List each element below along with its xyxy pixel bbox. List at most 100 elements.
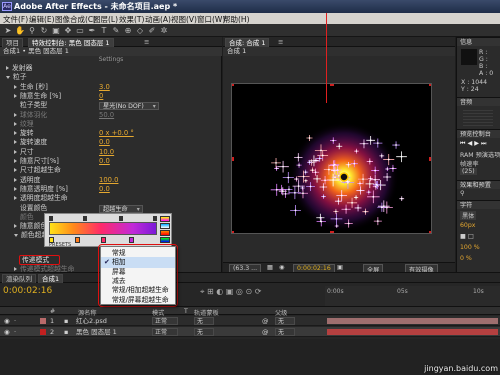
expand-right-icon[interactable] — [14, 196, 17, 201]
expand-down-icon[interactable] — [6, 76, 10, 80]
brush-tool-icon[interactable]: ✎ — [111, 26, 121, 35]
emitter-anchor-icon[interactable] — [339, 172, 349, 182]
expand-right-icon[interactable] — [14, 84, 17, 89]
layer-handle[interactable] — [232, 231, 234, 233]
effects-search-icon[interactable]: ⚲ — [460, 190, 465, 197]
layer-mode-dropdown[interactable]: 正常 — [152, 328, 179, 336]
color-stop-orange[interactable] — [75, 237, 80, 243]
property-value[interactable]: 3.0 — [99, 83, 110, 93]
layer-handle[interactable] — [330, 84, 334, 86]
font-dropdown[interactable]: 黑体 — [460, 211, 477, 220]
mask-tool-icon[interactable]: ▭ — [75, 26, 85, 35]
expand-right-icon[interactable] — [14, 112, 17, 117]
clone-stamp-tool-icon[interactable]: ⊕ — [123, 26, 133, 35]
property-row[interactable]: 透明度 100.0 — [0, 176, 222, 186]
layer-row[interactable]: ◉ · 2 ▪ 黑色 固态层 1 正常 无 @ 无 — [0, 327, 500, 337]
track-matte-dropdown[interactable]: 无 — [194, 317, 215, 325]
tab-effect-controls[interactable]: 特效控制台: 黑色 固态层 1 — [28, 38, 114, 47]
expand-right-icon[interactable] — [14, 186, 17, 191]
fill-color-icon[interactable]: ■ □ — [460, 233, 474, 240]
layer-mode-dropdown[interactable]: 正常 — [152, 317, 179, 325]
ram-preview-options[interactable]: RAM 预演选项 — [460, 150, 500, 159]
layer-handle[interactable] — [429, 231, 431, 233]
expand-right-icon[interactable] — [14, 140, 17, 145]
property-row[interactable]: 纹理 — [0, 120, 222, 130]
property-row[interactable]: 粒子类型 星光(No DOF) — [0, 101, 222, 111]
vertical-scale-value[interactable]: 100 % — [460, 244, 480, 251]
track-matte-dropdown[interactable]: 无 — [194, 328, 215, 336]
expand-right-icon[interactable] — [14, 168, 17, 173]
tab-preview[interactable]: 预览控制台 — [457, 129, 500, 138]
parent-dropdown[interactable]: 无 — [275, 317, 296, 325]
expand-right-icon[interactable] — [14, 177, 17, 182]
property-row[interactable]: 粒子 — [0, 73, 222, 83]
text-tool-icon[interactable]: T — [99, 26, 109, 35]
property-value[interactable]: 50.0 — [99, 111, 114, 121]
frame-rate-dropdown[interactable]: (25) — [460, 168, 477, 175]
layer-handle[interactable] — [429, 84, 431, 86]
expand-down-icon[interactable] — [14, 234, 18, 238]
property-row[interactable]: 尺寸 10.0 — [0, 148, 222, 158]
pick-whip-icon[interactable]: @ — [262, 327, 269, 337]
baseline-shift-value[interactable]: 0 % — [460, 255, 472, 262]
visibility-eye-icon[interactable]: ◉ — [4, 316, 10, 326]
hand-tool-icon[interactable]: ✋ — [15, 26, 25, 35]
tab-project[interactable]: 项目 — [2, 38, 23, 47]
tab-audio[interactable]: 音频 — [457, 97, 500, 106]
parent-dropdown[interactable]: 无 — [275, 328, 296, 336]
time-ruler[interactable]: 0:00s 05s 10s — [325, 286, 500, 306]
selection-tool-icon[interactable]: ➤ — [3, 26, 13, 35]
pan-behind-tool-icon[interactable]: ✥ — [63, 26, 73, 35]
composition-subtab[interactable]: 合成 1 — [223, 47, 455, 56]
color-over-life-gradient-editor[interactable]: PRESETS — [44, 213, 172, 248]
expand-right-icon[interactable] — [14, 131, 17, 136]
blend-mode-option[interactable]: 常规/屏幕超越生命 — [101, 295, 175, 306]
preview-controls-icon[interactable]: ⏮ ◀ ▶ ⏭ — [460, 140, 487, 148]
property-value[interactable]: 100.0 — [99, 176, 118, 186]
panel-menu-icon[interactable]: ≡ — [275, 38, 286, 47]
layer-row[interactable]: ◉ · 1 ▪ 红心2.psd 正常 无 @ 无 — [0, 316, 500, 326]
property-row[interactable]: 透明度超越生命 — [0, 194, 222, 204]
pick-whip-icon[interactable]: @ — [262, 316, 269, 326]
property-row[interactable]: 发射器 — [0, 64, 222, 74]
expand-right-icon[interactable] — [14, 149, 17, 154]
tab-render-queue[interactable]: 渲染队列 — [2, 274, 36, 283]
preset-swatch[interactable] — [160, 230, 170, 236]
tab-character[interactable]: 字符 — [457, 200, 500, 209]
puppet-tool-icon[interactable]: ✲ — [159, 26, 169, 35]
tab-info[interactable]: 信息 — [457, 37, 500, 46]
rotate-tool-icon[interactable]: ↻ — [39, 26, 49, 35]
property-dropdown[interactable]: 星光(No DOF) — [99, 102, 159, 111]
label-color[interactable] — [40, 318, 46, 324]
property-value[interactable]: 0 — [99, 92, 103, 102]
eraser-tool-icon[interactable]: ◇ — [135, 26, 145, 35]
audio-speaker-icon[interactable]: · — [14, 327, 16, 337]
snapshot-icon[interactable]: ◉ — [279, 264, 284, 271]
layer-name[interactable]: 黑色 固态层 1 — [76, 327, 117, 337]
property-row[interactable]: 旋转速度 0.0 — [0, 138, 222, 148]
preset-swatch[interactable] — [160, 223, 170, 229]
preset-swatch[interactable] — [160, 237, 170, 243]
layer-handle[interactable] — [429, 157, 431, 161]
layer-duration-bar[interactable] — [327, 329, 498, 335]
layer-handle[interactable] — [232, 84, 234, 86]
expand-right-icon[interactable] — [6, 66, 9, 70]
property-row[interactable]: 尺寸超越生命 — [0, 166, 222, 176]
timeline-switch-icons[interactable]: ⌖ ⊞ ◐ ▣ ◎ ⊙ ⟳ — [200, 287, 261, 297]
property-row[interactable]: 设置颜色 超越生命 — [0, 204, 222, 214]
expand-right-icon[interactable] — [14, 224, 17, 229]
timeline-current-time[interactable]: 0:00:02:16 — [3, 286, 52, 296]
property-value[interactable]: 10.0 — [99, 148, 114, 158]
property-dropdown[interactable]: 超越生命 — [99, 204, 143, 213]
tab-composition[interactable]: 合成: 合成 1 — [225, 38, 270, 47]
tab-timeline-comp[interactable]: 合成1 — [38, 274, 64, 283]
label-color[interactable] — [40, 329, 46, 335]
property-value[interactable]: 0 x +0.0 ° — [99, 129, 134, 139]
property-value[interactable]: 0.0 — [99, 185, 110, 195]
preset-swatch[interactable] — [160, 216, 170, 222]
camera-tool-icon[interactable]: ▣ — [51, 26, 61, 35]
expand-right-icon[interactable] — [14, 159, 17, 163]
property-row[interactable]: 生命 [秒] 3.0 — [0, 83, 222, 93]
property-value[interactable]: 0.0 — [99, 157, 110, 167]
property-value[interactable]: 0.0 — [99, 138, 110, 148]
